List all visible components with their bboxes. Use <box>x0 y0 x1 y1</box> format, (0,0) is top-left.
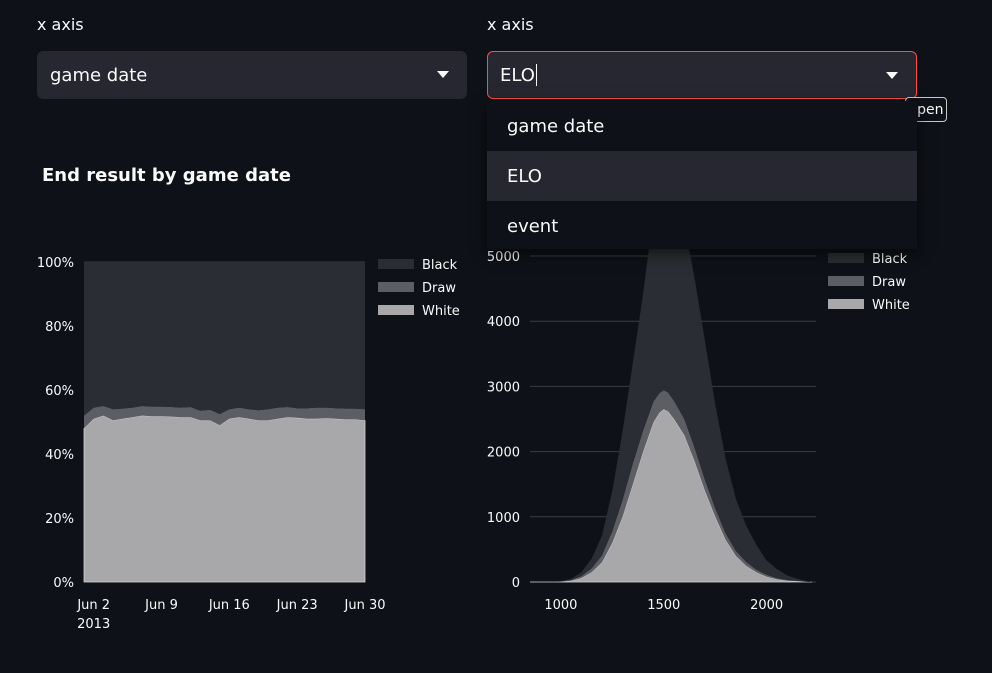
y-tick-label: 0 <box>512 576 520 591</box>
legend-label-black: Black <box>422 258 458 273</box>
left-select-value: game date <box>50 64 148 86</box>
legend-label-white: White <box>872 298 910 313</box>
legend-label-draw: Draw <box>872 275 906 290</box>
legend-swatch-draw <box>828 276 864 286</box>
x-tick-label: Jun 30 <box>344 598 386 613</box>
legend-swatch-white <box>828 299 864 309</box>
legend-swatch-white <box>378 305 414 315</box>
x-tick-label: Jun 23 <box>276 598 318 613</box>
left-select-label: x axis <box>37 15 84 34</box>
chevron-down-icon[interactable] <box>437 71 449 78</box>
y-tick-label: 3000 <box>487 380 520 395</box>
y-tick-label: 2000 <box>487 446 520 461</box>
area-series-white <box>530 408 812 583</box>
legend-swatch-draw <box>378 282 414 292</box>
x-tick-label: 1000 <box>544 598 577 613</box>
y-tick-label: 100% <box>37 256 74 271</box>
dropdown-option-elo[interactable]: ELO <box>487 151 917 201</box>
y-tick-label: 5000 <box>487 250 520 265</box>
legend-label-draw: Draw <box>422 281 456 296</box>
x-year-label: 2013 <box>77 617 110 632</box>
y-tick-label: 40% <box>45 448 74 463</box>
y-tick-label: 4000 <box>487 315 520 330</box>
y-tick-label: 80% <box>45 320 74 335</box>
text-cursor <box>535 64 537 86</box>
legend-swatch-black <box>828 253 864 263</box>
x-tick-label: 2000 <box>750 598 783 613</box>
x-tick-label: Jun 9 <box>144 598 178 613</box>
y-tick-label: 1000 <box>487 511 520 526</box>
y-tick-label: 60% <box>45 384 74 399</box>
x-tick-label: 1500 <box>647 598 680 613</box>
chart-title: End result by game date <box>42 165 291 186</box>
area-series-white <box>83 415 366 583</box>
legend-label-black: Black <box>872 252 908 267</box>
left-x-axis-select[interactable]: game date <box>37 51 467 99</box>
right-x-axis-select[interactable]: ELO <box>487 51 917 99</box>
area-series-black <box>84 262 365 416</box>
y-tick-label: 0% <box>53 576 74 591</box>
legend-label-white: White <box>422 304 460 319</box>
right-select-dropdown: game date ELO event <box>487 101 917 249</box>
dropdown-option-game-date[interactable]: game date <box>487 101 917 151</box>
x-tick-label: Jun 2 <box>76 598 110 613</box>
end-result-by-game-date-chart: 0% 20% 40% 60% 80% 100% Jun 2 Jun 9 Jun 16 Jun 23… <box>37 256 460 632</box>
y-tick-label: 20% <box>45 512 74 527</box>
right-select-value[interactable]: ELO <box>500 65 535 86</box>
x-tick-label: Jun 16 <box>208 598 250 613</box>
dropdown-option-event[interactable]: event <box>487 201 917 251</box>
end-result-by-elo-chart: 0 1000 2000 3000 4000 5000 1000 1500 2000 Black Dr… <box>487 240 910 613</box>
legend-swatch-black <box>378 259 414 269</box>
right-select-label: x axis <box>487 15 534 34</box>
chevron-down-icon[interactable] <box>886 72 898 79</box>
